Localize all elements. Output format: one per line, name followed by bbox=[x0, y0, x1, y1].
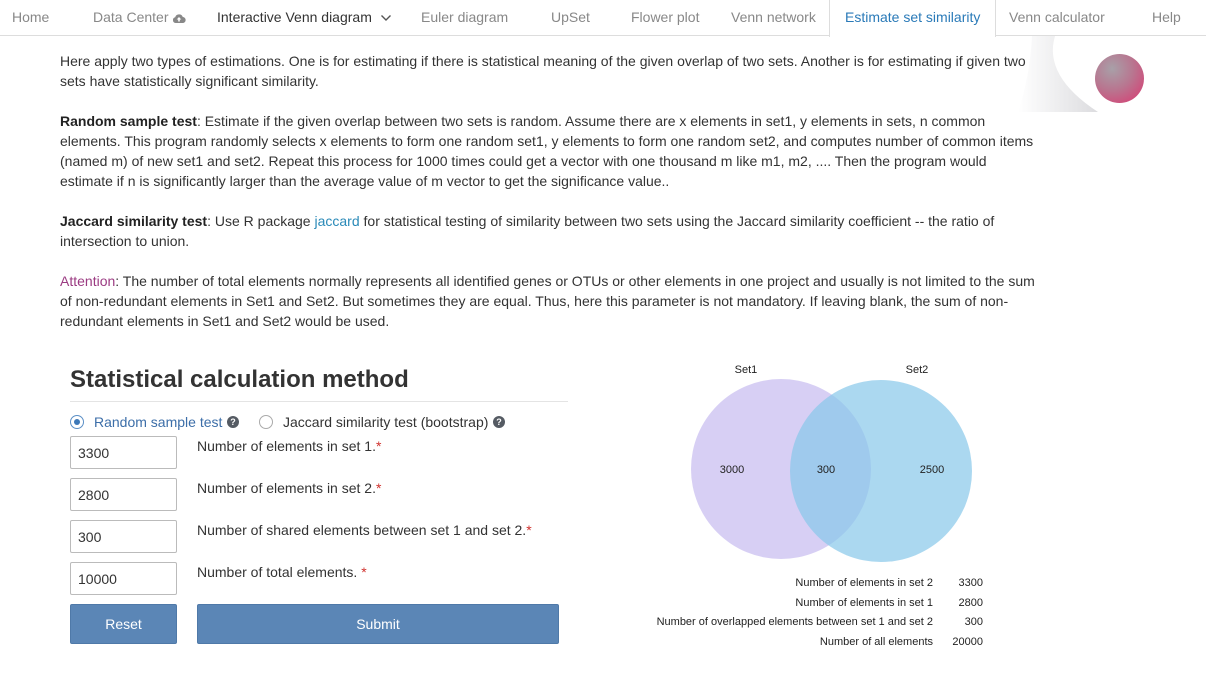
chevron-down-icon bbox=[380, 15, 391, 22]
stat-label: Number of all elements bbox=[819, 636, 933, 648]
set1-only-count: 3000 bbox=[720, 464, 744, 476]
submit-button[interactable]: Submit bbox=[197, 604, 559, 644]
nav-interactive-venn[interactable]: Interactive Venn diagram bbox=[217, 0, 392, 36]
nav-home[interactable]: Home bbox=[12, 0, 49, 36]
radio-jaccard[interactable] bbox=[259, 415, 273, 429]
radio-random-sample[interactable] bbox=[70, 415, 84, 429]
stat-value: 2800 bbox=[958, 597, 983, 609]
nav-flower-plot[interactable]: Flower plot bbox=[631, 0, 699, 36]
jaccard-paragraph: Jaccard similarity test: Use R package j… bbox=[60, 213, 995, 249]
reset-button[interactable]: Reset bbox=[70, 604, 177, 644]
form-title: Statistical calculation method bbox=[70, 366, 409, 393]
radio-jaccard-label[interactable]: Jaccard similarity test (bootstrap) bbox=[283, 412, 488, 432]
decorative-ball bbox=[1095, 54, 1144, 103]
intro-paragraph: Here apply two types of estimations. One… bbox=[60, 53, 1026, 89]
nav-upset[interactable]: UpSet bbox=[551, 0, 590, 36]
attention-paragraph: Attention: The number of total elements … bbox=[60, 273, 1035, 329]
nav-venn-calculator[interactable]: Venn calculator bbox=[1009, 0, 1105, 36]
cloud-upload-icon bbox=[173, 14, 187, 23]
nav-help[interactable]: Help bbox=[1152, 0, 1181, 36]
stat-label: Number of elements in set 1 bbox=[795, 597, 933, 609]
shared-count-label: Number of shared elements between set 1 … bbox=[197, 522, 532, 538]
set2-only-count: 2500 bbox=[920, 464, 944, 476]
shared-count-input[interactable] bbox=[70, 520, 177, 553]
jaccard-title: Jaccard similarity test bbox=[60, 213, 208, 229]
set1-count-input[interactable] bbox=[70, 436, 177, 469]
stat-value: 3300 bbox=[958, 577, 983, 589]
jaccard-link[interactable]: jaccard bbox=[314, 213, 359, 229]
overlap-count: 300 bbox=[817, 464, 835, 476]
nav-estimate-set-similarity[interactable]: Estimate set similarity bbox=[829, 0, 997, 37]
stat-value: 20000 bbox=[952, 636, 983, 648]
set1-count-label: Number of elements in set 1.* bbox=[197, 438, 382, 454]
stat-value: 300 bbox=[964, 616, 983, 628]
help-icon[interactable]: ? bbox=[493, 416, 505, 428]
total-count-input[interactable] bbox=[70, 562, 177, 595]
stat-label: Number of elements in set 2 bbox=[795, 577, 933, 589]
form-divider bbox=[70, 401, 568, 402]
set2-count-input[interactable] bbox=[70, 478, 177, 511]
radio-random-sample-label[interactable]: Random sample test bbox=[94, 412, 222, 432]
nav-data-center[interactable]: Data Center bbox=[93, 0, 187, 36]
random-sample-paragraph: Random sample test: Estimate if the give… bbox=[60, 113, 1034, 189]
set2-count-label: Number of elements in set 2.* bbox=[197, 480, 382, 496]
top-nav: Home Data Center Interactive Venn diagra… bbox=[0, 0, 1206, 37]
attention-title: Attention bbox=[60, 273, 116, 289]
random-sample-title: Random sample test bbox=[60, 113, 197, 129]
set1-label: Set1 bbox=[735, 364, 758, 376]
nav-euler-diagram[interactable]: Euler diagram bbox=[421, 0, 508, 36]
nav-venn-network[interactable]: Venn network bbox=[731, 0, 816, 36]
help-icon[interactable]: ? bbox=[227, 416, 239, 428]
total-count-label: Number of total elements. * bbox=[197, 564, 367, 580]
venn-diagram: Set1 Set2 3000 300 2500 bbox=[691, 364, 972, 562]
set2-label: Set2 bbox=[906, 364, 929, 376]
stat-label: Number of overlapped elements between se… bbox=[656, 616, 933, 628]
